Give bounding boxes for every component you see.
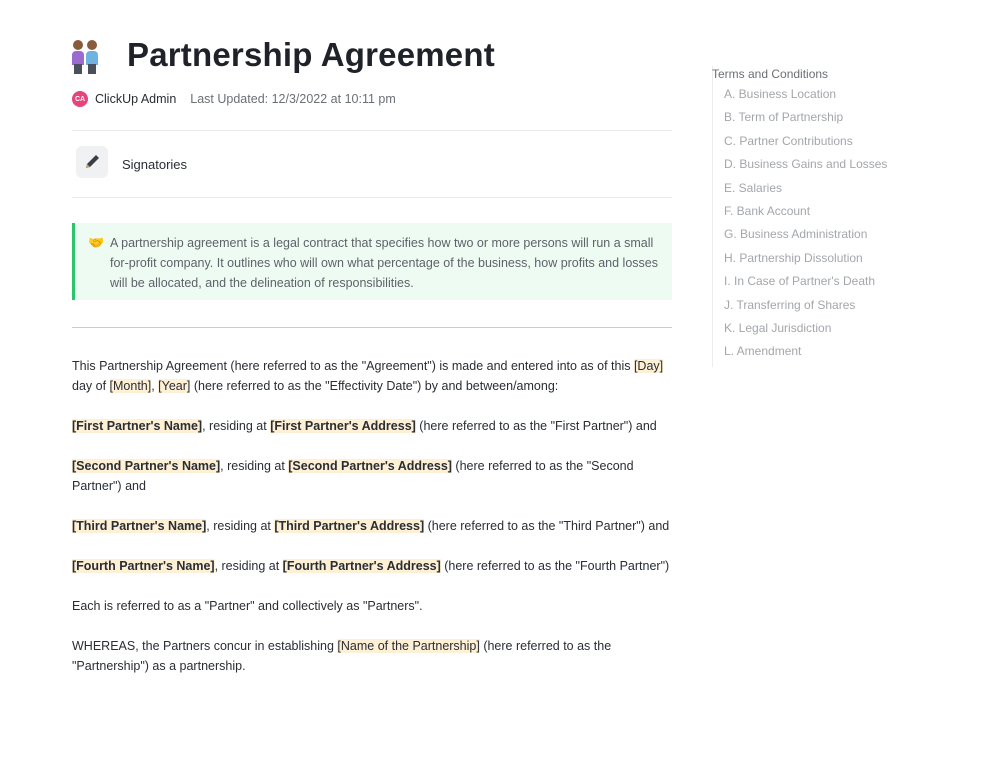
- toc-item-term-of-partnership[interactable]: B. Term of Partnership: [713, 109, 913, 132]
- avatar[interactable]: CA: [72, 91, 88, 107]
- partner-address-placeholder: [First Partner's Address]: [270, 419, 416, 433]
- title-row: Partnership Agreement: [72, 36, 495, 74]
- signatories-button[interactable]: [76, 146, 108, 178]
- partner-paragraph: [Second Partner's Name], residing at [Se…: [72, 459, 634, 493]
- divider: [72, 197, 672, 198]
- horizontal-rule: [72, 327, 672, 328]
- table-of-contents: Terms and Conditions A. Business Locatio…: [712, 66, 913, 367]
- partner-name-placeholder: [Third Partner's Name]: [72, 519, 207, 533]
- partner-name-placeholder: [First Partner's Name]: [72, 419, 203, 433]
- partner-paragraph: [First Partner's Name], residing at [Fir…: [72, 419, 657, 433]
- toc-item-salaries[interactable]: E. Salaries: [713, 180, 913, 203]
- doc-meta: CA ClickUp Admin Last Updated: 12/3/2022…: [72, 91, 396, 107]
- page-title: Partnership Agreement: [127, 36, 495, 73]
- toc-item-partner-contributions[interactable]: C. Partner Contributions: [713, 133, 913, 156]
- partnership-name-placeholder: [Name of the Partnership]: [337, 639, 480, 653]
- toc-item-transferring-shares[interactable]: J. Transferring of Shares: [713, 297, 913, 320]
- intro-paragraph: This Partnership Agreement (here referre…: [72, 359, 664, 393]
- info-callout: 🤝 A partnership agreement is a legal con…: [72, 223, 672, 300]
- toc-item-bank-account[interactable]: F. Bank Account: [713, 203, 913, 226]
- partner-name-placeholder: [Fourth Partner's Name]: [72, 559, 215, 573]
- partner-name-placeholder: [Second Partner's Name]: [72, 459, 221, 473]
- toc-item-amendment[interactable]: L. Amendment: [713, 343, 913, 366]
- agreement-body: This Partnership Agreement (here referre…: [72, 356, 672, 696]
- two-people-icon: [72, 36, 116, 74]
- signatories-label[interactable]: Signatories: [122, 157, 187, 172]
- each-paragraph: Each is referred to as a "Partner" and c…: [72, 599, 423, 613]
- year-placeholder: [Year]: [158, 379, 191, 393]
- partner-address-placeholder: [Third Partner's Address]: [274, 519, 425, 533]
- toc-item-business-location[interactable]: A. Business Location: [713, 86, 913, 109]
- toc-item-gains-losses[interactable]: D. Business Gains and Losses: [713, 156, 913, 179]
- toc-item-business-administration[interactable]: G. Business Administration: [713, 226, 913, 249]
- month-placeholder: [Month]: [109, 379, 152, 393]
- toc-title[interactable]: Terms and Conditions: [712, 66, 912, 86]
- handshake-icon: 🤝: [88, 235, 105, 250]
- partner-address-placeholder: [Fourth Partner's Address]: [282, 559, 441, 573]
- day-placeholder: [Day]: [633, 359, 664, 373]
- callout-text: A partnership agreement is a legal contr…: [110, 236, 658, 290]
- whereas-paragraph: WHEREAS, the Partners concur in establis…: [72, 639, 612, 673]
- partner-address-placeholder: [Second Partner's Address]: [288, 459, 452, 473]
- toc-item-legal-jurisdiction[interactable]: K. Legal Jurisdiction: [713, 320, 913, 343]
- last-updated: Last Updated: 12/3/2022 at 10:11 pm: [190, 92, 396, 106]
- toc-item-partner-death[interactable]: I. In Case of Partner's Death: [713, 273, 913, 296]
- divider: [72, 130, 672, 131]
- pen-icon: [86, 155, 99, 168]
- partner-paragraph: [Third Partner's Name], residing at [Thi…: [72, 519, 670, 533]
- toc-item-partnership-dissolution[interactable]: H. Partnership Dissolution: [713, 250, 913, 273]
- author-name[interactable]: ClickUp Admin: [95, 92, 176, 106]
- partner-paragraph: [Fourth Partner's Name], residing at [Fo…: [72, 559, 670, 573]
